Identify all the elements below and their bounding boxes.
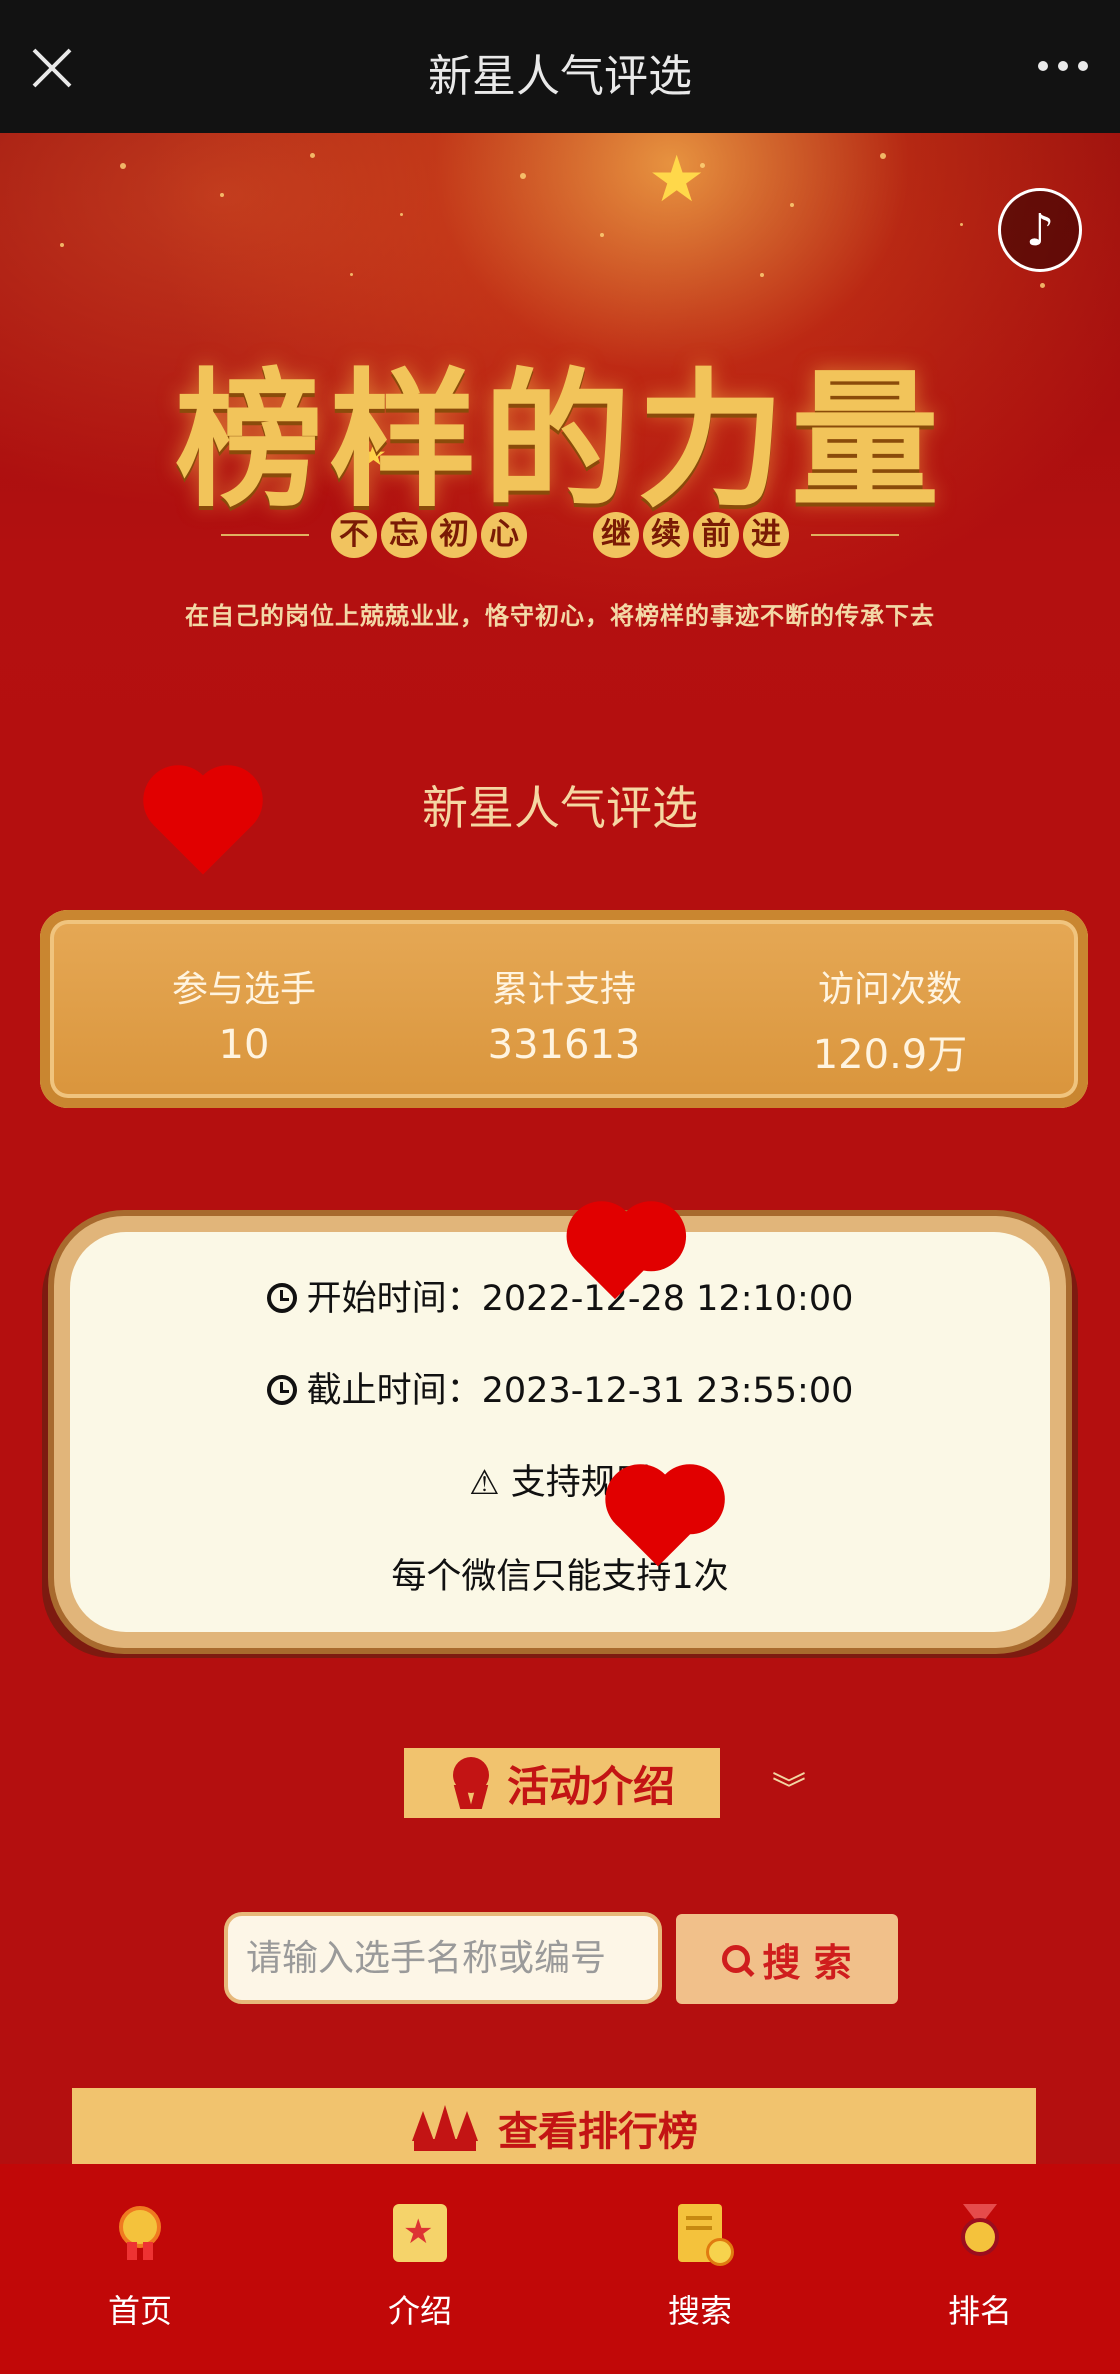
chevron-down-icon[interactable]: ︾ [772,1762,806,1811]
rank-medal-icon [953,2204,1007,2262]
search-button-label: 搜 索 [762,1940,852,1985]
medal-icon [113,2204,167,2262]
clock-icon [266,1375,297,1405]
stat-support: 累计支持 331613 [414,960,714,1068]
subtitle-char: 前 [693,512,739,558]
time-card: 开始时间：2022-12-28 12:10:00 截止时间：2023-12-31… [70,1232,1050,1632]
page-title: 新星人气评选 [428,51,692,102]
activity-intro-button[interactable]: 活动介绍 [404,1748,720,1818]
more-icon[interactable] [1036,56,1090,76]
start-time-value: 2022-12-28 12:10:00 [481,1279,854,1319]
divider-line [221,534,309,536]
nav-item-intro[interactable]: 介绍 [280,2204,560,2332]
warning-icon: ⚠ [469,1463,500,1503]
subtitle-char: 不 [331,512,377,558]
time-card-frame: 开始时间：2022-12-28 12:10:00 截止时间：2023-12-31… [54,1216,1066,1648]
award-icon [449,1757,493,1809]
subtitle-char: 初 [431,512,477,558]
stat-participants: 参与选手 10 [94,960,394,1068]
search-doc-icon [678,2204,734,2266]
stat-label: 参与选手 [171,969,316,1010]
subtitle-char: 心 [481,512,527,558]
hero-subtitle: 不忘初心 继续前进 [0,512,1120,558]
intro-icon [393,2204,447,2262]
end-time-label: 截止时间： [306,1371,482,1411]
nav-item-search[interactable]: 搜索 [560,2204,840,2332]
crown-icon [410,2105,480,2151]
nav-item-label: 排名 [947,2292,1012,2330]
nav-item-ranking[interactable]: 排名 [840,2204,1120,2332]
activity-intro-label: 活动介绍 [506,1761,675,1811]
top-bar: 新星人气评选 [0,0,1120,133]
star-icon: ★ [648,143,706,217]
music-icon: ♪ [1025,204,1055,256]
bottom-nav: 首页 介绍 搜索 排名 [0,2164,1120,2374]
subtitle-char: 忘 [381,512,427,558]
stats-panel: 参与选手 10 累计支持 331613 访问次数 120.9万 [40,910,1088,1108]
hero-description: 在自己的岗位上兢兢业业，恪守初心，将榜样的事迹不断的传承下去 [185,602,935,630]
stat-value: 120.9万 [812,1032,968,1078]
subtitle-char: 继 [593,512,639,558]
view-ranking-label: 查看排行榜 [498,2109,698,2155]
nav-item-label: 首页 [107,2292,172,2330]
clock-icon [266,1283,297,1313]
end-time-value: 2023-12-31 23:55:00 [481,1371,854,1411]
stat-value: 331613 [487,1022,641,1068]
stat-label: 累计支持 [491,969,636,1010]
hero-title: 榜样的力量 [175,353,945,527]
search-button[interactable]: 搜 索 [676,1914,898,2004]
nav-item-label: 介绍 [387,2292,452,2330]
rules-text: 每个微信只能支持1次 [391,1557,729,1597]
search-input[interactable] [224,1912,662,2004]
subtitle-char: 续 [643,512,689,558]
stat-visits: 访问次数 120.9万 [740,960,1040,1080]
event-name: 新星人气评选 [422,781,698,835]
search-icon [722,1945,751,1973]
nav-item-label: 搜索 [667,2292,732,2330]
start-time-row: 开始时间：2022-12-28 12:10:00 [70,1270,1050,1321]
nav-item-home[interactable]: 首页 [0,2204,280,2332]
stat-value: 10 [218,1022,270,1068]
subtitle-char: 进 [743,512,789,558]
rules-title-row: ⚠ 支持规则 [70,1454,1050,1505]
stat-label: 访问次数 [817,969,962,1010]
start-time-label: 开始时间： [306,1279,482,1319]
divider-line [811,534,899,536]
music-toggle-button[interactable]: ♪ [998,188,1082,272]
view-ranking-button[interactable]: 查看排行榜 [72,2088,1036,2168]
end-time-row: 截止时间：2023-12-31 23:55:00 [70,1362,1050,1413]
